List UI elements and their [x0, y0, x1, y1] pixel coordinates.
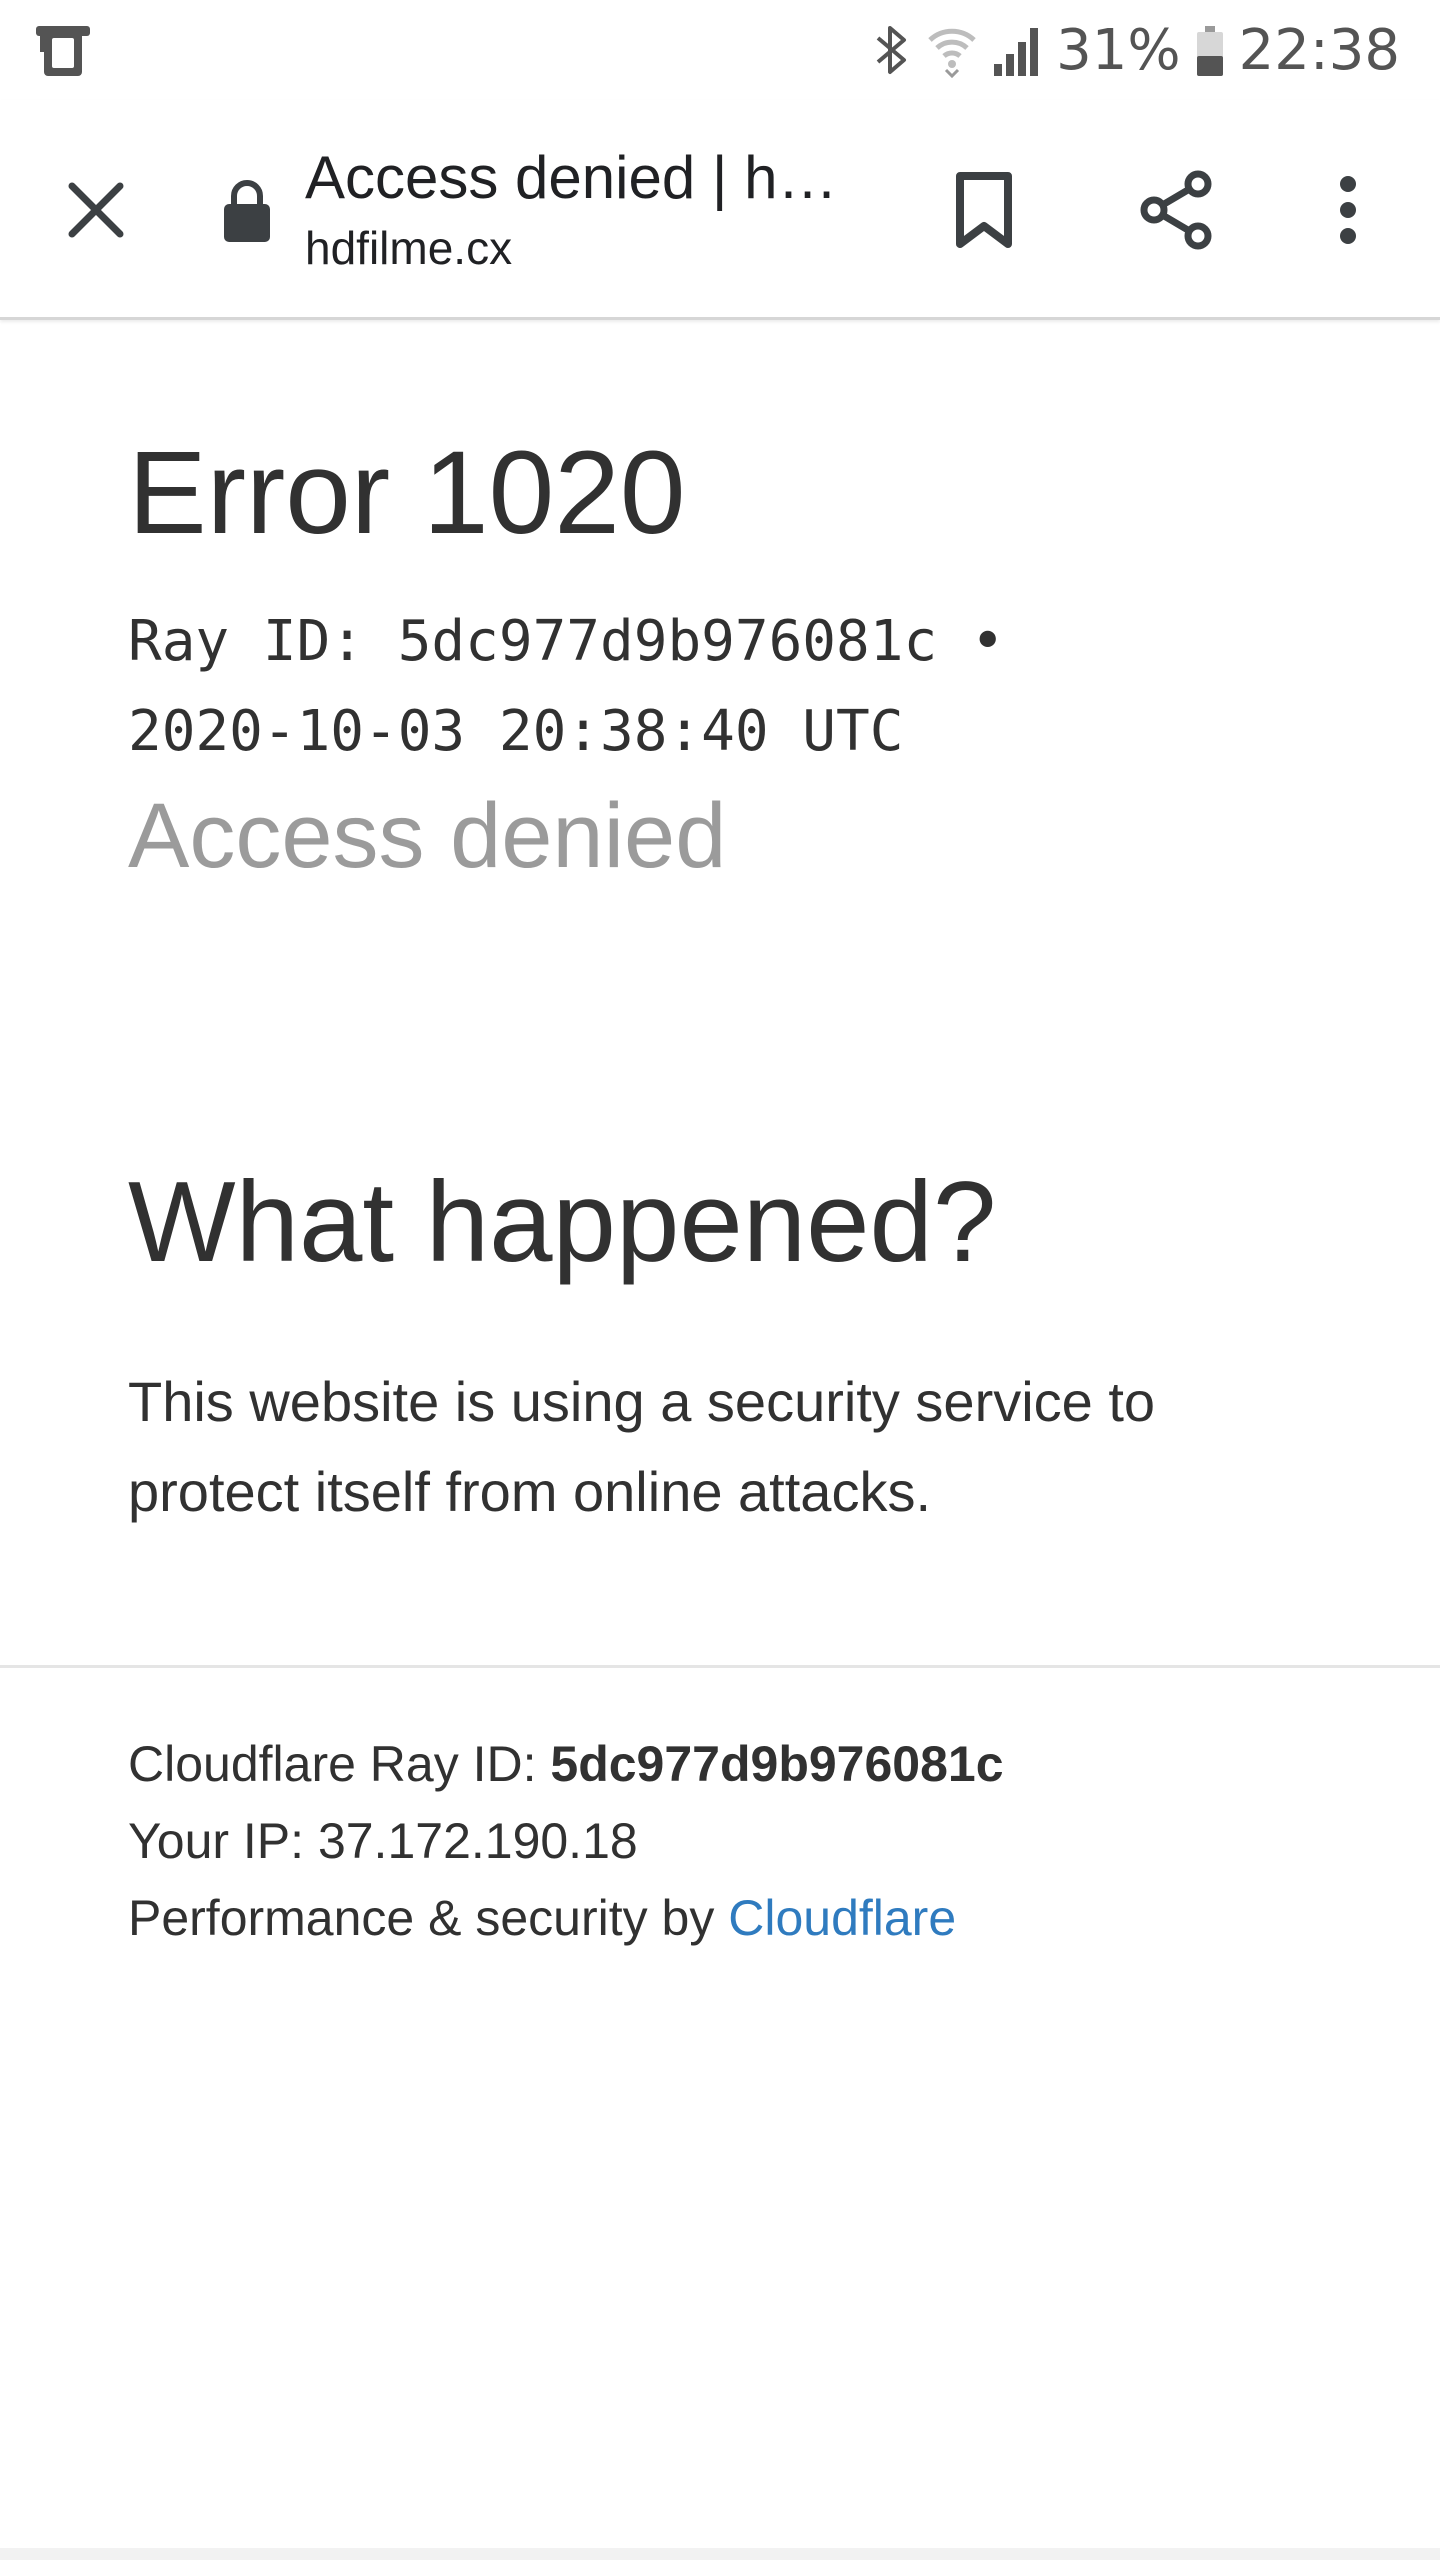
more-vert-icon: [1340, 176, 1356, 244]
page-info[interactable]: Access denied | h… hdfilme.cx: [305, 138, 865, 276]
bluetooth-icon: [872, 22, 912, 78]
bookmark-button[interactable]: [936, 162, 1032, 258]
ray-id-line: Ray ID: 5dc977d9b976081c •: [128, 609, 1005, 674]
close-icon: [68, 182, 124, 238]
lock-icon[interactable]: [222, 178, 272, 244]
timestamp-line: 2020-10-03 20:38:40 UTC: [128, 699, 904, 764]
device-notification-icon: [34, 20, 92, 78]
custom-tab-toolbar: Access denied | h… hdfilme.cx: [0, 100, 1440, 320]
wifi-icon: [926, 22, 978, 78]
page-url: hdfilme.cx: [305, 222, 513, 274]
error-title: Error 1020: [128, 427, 686, 559]
footer-divider: [0, 1665, 1440, 1668]
bottom-edge: [0, 2548, 1440, 2560]
clock: 22:38: [1238, 17, 1400, 83]
footer-ray-id-row: Cloudflare Ray ID: 5dc977d9b976081c: [128, 1726, 1328, 1803]
share-button[interactable]: [1128, 162, 1224, 258]
battery-icon: [1195, 22, 1225, 78]
status-bar: 31% 22:38: [0, 0, 1440, 100]
signal-icon: [992, 22, 1042, 78]
overflow-menu-button[interactable]: [1300, 162, 1396, 258]
bookmark-icon: [956, 172, 1012, 248]
footer-ip: Your IP: 37.172.190.18: [128, 1813, 638, 1869]
explanation-text: This website is using a security service…: [128, 1370, 1156, 1523]
performance-label: Performance & security by: [128, 1890, 729, 1946]
cloudflare-link[interactable]: Cloudflare: [728, 1890, 956, 1946]
status-icons: 31% 22:38: [872, 14, 1400, 86]
page-title: Access denied | h…: [305, 144, 838, 211]
battery-percent: 31%: [1056, 17, 1181, 83]
ray-id-value: 5dc977d9b976081c: [550, 1736, 1004, 1792]
error-footer: Cloudflare Ray ID: 5dc977d9b976081c Your…: [128, 1726, 1328, 1957]
section-heading: What happened?: [128, 1159, 997, 1286]
error-subtitle: Access denied: [128, 785, 727, 887]
ray-id-label: Cloudflare Ray ID:: [128, 1736, 551, 1792]
share-icon: [1140, 170, 1212, 250]
footer-performance-row: Performance & security by Cloudflare: [128, 1880, 1328, 1957]
close-button[interactable]: [56, 170, 136, 250]
